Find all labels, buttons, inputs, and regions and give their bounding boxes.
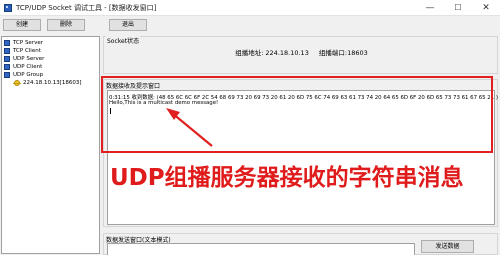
app-icon: [4, 4, 12, 12]
tree-item-label: UDP Client: [13, 64, 43, 70]
window-title: TCP/UDP Socket 调试工具 - [数据收发窗口]: [16, 4, 157, 12]
connection-icon: [13, 80, 21, 86]
close-button[interactable]: ✕: [472, 0, 500, 16]
tree-item-label: TCP Client: [13, 48, 41, 54]
tree-item-label: TCP Server: [13, 40, 43, 46]
multicast-port-label: 组播端口:: [318, 49, 348, 57]
annotation-caption: UDP组播服务器接收的字符串消息: [110, 165, 464, 191]
client-icon: [4, 48, 10, 54]
toolbar: 创建 删除 退出: [0, 16, 500, 34]
tree-item-label: UDP Server: [13, 56, 45, 62]
socket-status-group: Socket状态 组播地址: 224.18.10.13 组播端口:18603: [103, 36, 498, 74]
send-textarea[interactable]: [107, 243, 415, 255]
group-icon: [4, 72, 10, 78]
socket-tree[interactable]: TCP Server TCP Client UDP Server UDP Cli…: [1, 36, 100, 254]
multicast-address-value: 224.18.10.13: [265, 49, 309, 57]
create-button[interactable]: 创建: [3, 19, 41, 31]
delete-button[interactable]: 删除: [47, 19, 85, 31]
multicast-address-label: 组播地址:: [235, 49, 264, 57]
exit-button[interactable]: 退出: [109, 19, 147, 31]
tree-item-label: UDP Group: [13, 72, 44, 78]
minimize-button[interactable]: —: [416, 0, 444, 16]
socket-status-title: Socket状态: [106, 36, 141, 45]
multicast-port-value: 18603: [347, 49, 368, 57]
server-icon: [4, 56, 10, 62]
tree-item-label: 224.18.10.13[18603]: [23, 80, 82, 86]
status-line: 组播地址: 224.18.10.13 组播端口:18603: [104, 47, 499, 57]
maximize-button[interactable]: ☐: [444, 0, 472, 16]
server-icon: [4, 40, 10, 46]
title-bar: TCP/UDP Socket 调试工具 - [数据收发窗口] — ☐ ✕: [0, 0, 500, 16]
send-data-button[interactable]: 发送数据: [421, 240, 474, 253]
client-icon: [4, 64, 10, 70]
highlight-rectangle: [101, 76, 493, 153]
